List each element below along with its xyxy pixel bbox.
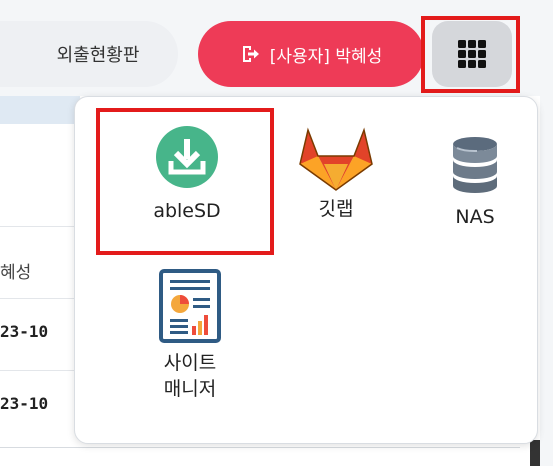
app-label: NAS	[455, 206, 495, 228]
scrollbar[interactable]	[530, 440, 540, 466]
database-icon	[451, 136, 499, 196]
user-logout-button[interactable]: [사용자] 박혜성	[198, 21, 424, 87]
divider	[0, 226, 80, 227]
background-name-cell: 혜성	[0, 263, 32, 283]
background-date-cell: 23-10	[0, 394, 49, 413]
divider	[0, 447, 520, 448]
divider	[0, 298, 80, 299]
highlight-box	[421, 16, 520, 93]
gitlab-icon	[298, 126, 374, 192]
status-board-label: 외출현황판	[56, 45, 140, 66]
app-label: 깃랩	[318, 198, 354, 220]
background-tab-strip	[0, 96, 80, 124]
app-label: 사이트 매니저	[163, 352, 217, 400]
user-label: [사용자] 박혜성	[269, 46, 383, 67]
highlight-box	[96, 108, 274, 255]
report-chart-icon	[158, 268, 222, 344]
app-item-gitlab[interactable]: 깃랩	[286, 126, 386, 222]
app-item-nas[interactable]: NAS	[440, 136, 510, 230]
status-board-button[interactable]: 외출현황판	[0, 21, 178, 87]
logout-icon	[240, 44, 260, 64]
background-date-cell: 23-10	[0, 322, 49, 341]
divider	[0, 370, 80, 371]
app-item-site-manager[interactable]: 사이트 매니저	[150, 268, 230, 402]
